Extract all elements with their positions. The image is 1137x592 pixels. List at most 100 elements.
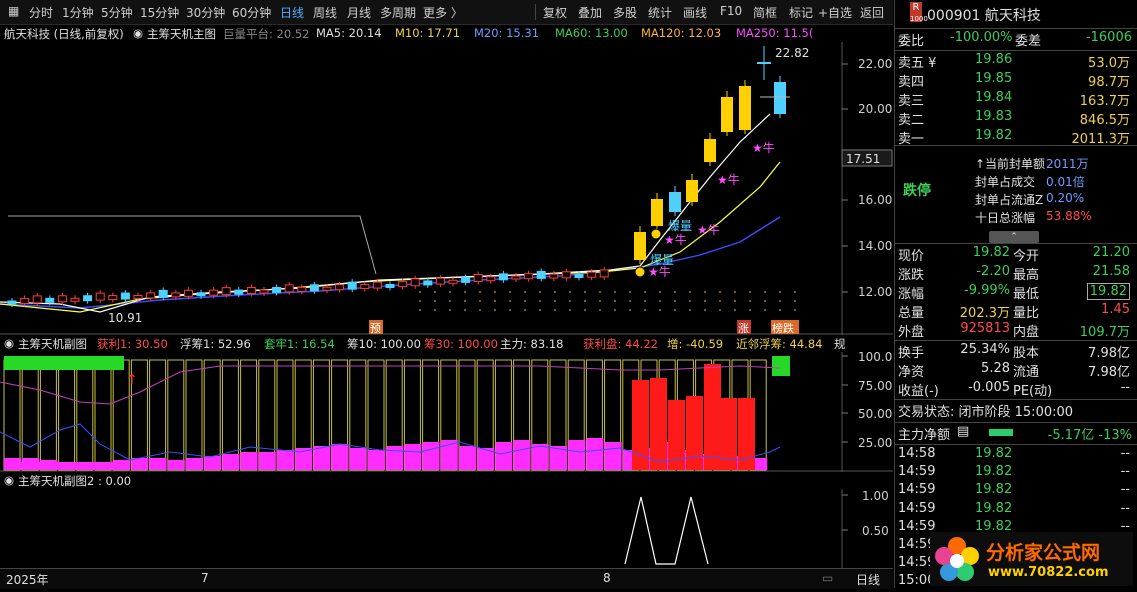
profit-bar bbox=[167, 460, 185, 470]
candle bbox=[651, 199, 663, 226]
tab-1min[interactable]: 1分钟 bbox=[62, 4, 94, 21]
candle bbox=[158, 289, 168, 298]
btn-multi-stock[interactable]: 多股 bbox=[613, 4, 637, 21]
tab-daily[interactable]: 日线 bbox=[280, 4, 304, 21]
main-chart-title: 航天科技 (日线,前复权) ◉ 主筹天机主图 巨量平台: 20.52 MA5: … bbox=[0, 24, 893, 42]
profit-bar bbox=[604, 442, 622, 470]
main-force-bar bbox=[632, 380, 649, 470]
candle bbox=[120, 292, 130, 300]
profit-bar bbox=[568, 440, 586, 470]
btn-simple-frame[interactable]: 简框 bbox=[753, 4, 777, 21]
sub1-lock: 套牢1: 16.54 bbox=[264, 337, 335, 351]
profit-bar bbox=[495, 442, 513, 470]
profit-bar bbox=[386, 446, 404, 470]
candle bbox=[423, 280, 433, 286]
tab-more[interactable]: 更多 〉 bbox=[423, 4, 463, 21]
profit-bar bbox=[513, 440, 531, 470]
candle bbox=[196, 292, 206, 297]
candle bbox=[146, 292, 156, 299]
btn-fuquan[interactable]: 复权 bbox=[543, 4, 567, 21]
ma250-value: MA250: 11.5( bbox=[736, 26, 814, 40]
sub1-profit1: 获利1: 30.50 bbox=[97, 337, 168, 351]
ask-row: 卖三 19.84 163.7万 bbox=[898, 90, 1130, 109]
sub1-main: 主力: 83.18 bbox=[500, 337, 564, 351]
seal-row: 封单占成交 0.01倍 bbox=[975, 175, 1085, 189]
btn-back[interactable]: 返回 bbox=[860, 4, 884, 21]
profit-bar bbox=[240, 452, 258, 470]
btn-stats[interactable]: 统计 bbox=[648, 4, 672, 21]
seal-row: 封单占流通Z 0.20% bbox=[975, 191, 1085, 207]
icon-grid[interactable]: ▦ bbox=[8, 4, 19, 18]
candle bbox=[32, 295, 42, 304]
tab-multi-period[interactable]: 多周期 bbox=[380, 4, 416, 21]
tab-60min[interactable]: 60分钟 bbox=[232, 4, 271, 21]
candle bbox=[171, 292, 181, 298]
quote-row: 现价 19.82 今开 21.20 bbox=[898, 245, 1130, 264]
profit-bar bbox=[186, 458, 203, 470]
main-indicator-name[interactable]: 主筹天机主图 bbox=[147, 26, 216, 42]
candle bbox=[774, 82, 786, 114]
pre-badge: 预 bbox=[370, 322, 381, 335]
ma120-value: MA120: 12.03 bbox=[641, 26, 722, 40]
profit-bar bbox=[531, 444, 549, 470]
candle bbox=[272, 286, 282, 293]
sub2-chart[interactable]: 1.00 0.50 bbox=[0, 489, 893, 569]
quote-row: 外盘 925813 内盘 109.7万 bbox=[898, 321, 1130, 340]
bull-label-4: ★牛 bbox=[717, 172, 740, 187]
candle bbox=[536, 270, 546, 279]
price-tick: 12.00 bbox=[858, 285, 892, 299]
current-price-tag: 17.51 bbox=[846, 152, 880, 166]
sub2-title: ◉ 主筹天机副图2 : 0.00 bbox=[0, 473, 893, 489]
sub2-settings-icon[interactable]: ◉ bbox=[4, 473, 14, 487]
high-label: 22.82 bbox=[775, 46, 809, 60]
candle bbox=[221, 287, 231, 296]
btn-mark[interactable]: 标记 bbox=[789, 4, 813, 21]
tab-fenshi[interactable]: 分时 bbox=[29, 4, 53, 21]
candle bbox=[435, 277, 445, 285]
main-kline-chart[interactable]: 22.0020.0018.0016.0014.0012.00 17.51 22.… bbox=[0, 42, 893, 335]
candle bbox=[20, 297, 30, 304]
stock-code-name: 000901 航天科技 bbox=[927, 8, 1041, 24]
candle bbox=[721, 97, 733, 132]
sub1-profit-disk: 获利盘: 44.22 bbox=[583, 337, 658, 351]
tab-monthly[interactable]: 月线 bbox=[347, 4, 371, 21]
profit-bar bbox=[258, 452, 276, 470]
stat-row: 收益(-) -0.005 PE(动) -- bbox=[898, 380, 1130, 399]
btn-overlay[interactable]: 叠加 bbox=[578, 4, 602, 21]
axis-period: 日线 bbox=[856, 573, 881, 587]
candle bbox=[385, 284, 395, 288]
weibi-row: 委比 -100.00% 委差 -16006 bbox=[898, 30, 1132, 49]
indicator-settings-icon[interactable]: ◉ bbox=[133, 26, 143, 40]
axis-scroll-icon[interactable]: ▭ bbox=[822, 571, 833, 585]
sub2-signal-line bbox=[624, 496, 709, 565]
main-net-icon[interactable]: ▤ bbox=[957, 424, 969, 439]
btn-draw[interactable]: 画线 bbox=[683, 4, 707, 21]
sub1-name[interactable]: 主筹天机副图 bbox=[18, 336, 87, 352]
tab-30min[interactable]: 30分钟 bbox=[186, 4, 225, 21]
profit-bar bbox=[459, 446, 476, 470]
collapse-toggle[interactable]: ⌃ bbox=[989, 231, 1039, 243]
main-force-bar bbox=[738, 398, 755, 470]
candle bbox=[634, 232, 646, 260]
sub2-name[interactable]: 主筹天机副图2 : 0.00 bbox=[18, 473, 131, 489]
candle bbox=[669, 192, 681, 212]
ask-row: 卖一 19.82 2011.3万 bbox=[898, 128, 1130, 147]
tab-weekly[interactable]: 周线 bbox=[313, 4, 337, 21]
sub1-settings-icon[interactable]: ◉ bbox=[4, 336, 14, 350]
candle bbox=[183, 289, 193, 297]
btn-f10[interactable]: F10 bbox=[720, 4, 742, 18]
candle bbox=[95, 292, 105, 301]
candle bbox=[511, 275, 521, 280]
btn-add-watchlist[interactable]: +自选 bbox=[818, 4, 852, 21]
main-force-bar bbox=[686, 396, 703, 470]
tab-15min[interactable]: 15分钟 bbox=[140, 4, 179, 21]
sub1-chart[interactable]: 100.0 75.00 50.00 25.00 ↑ bbox=[0, 352, 893, 472]
platform-line bbox=[8, 215, 377, 275]
profit-bar bbox=[331, 444, 349, 470]
profit-bar bbox=[277, 450, 294, 470]
tab-5min[interactable]: 5分钟 bbox=[101, 4, 133, 21]
axis-year: 2025年 bbox=[6, 573, 49, 587]
platform-value: 巨量平台: 20.52 bbox=[223, 27, 310, 41]
coin-icon bbox=[634, 266, 646, 278]
candle bbox=[83, 295, 93, 302]
